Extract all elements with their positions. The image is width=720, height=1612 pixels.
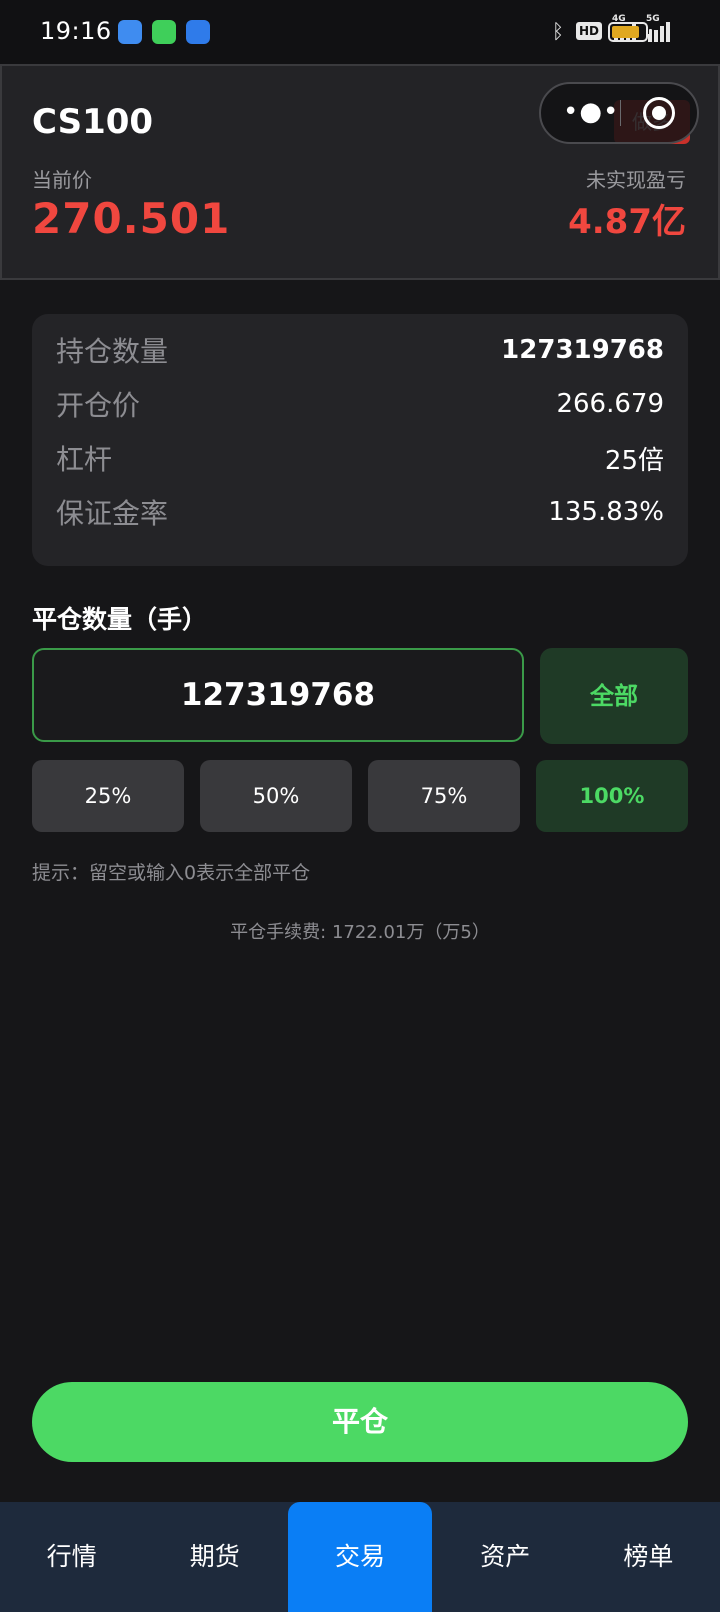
nav-assets[interactable]: 资产 — [434, 1502, 577, 1612]
store-app-icon — [152, 20, 176, 44]
info-row-margin-rate: 保证金率 135.83% — [56, 497, 664, 530]
current-price-label: 当前价 — [32, 168, 92, 192]
symbol-title: CS100 — [32, 102, 154, 142]
bluetooth-icon: ᛒ — [551, 19, 564, 43]
nav-trade[interactable]: 交易 — [288, 1502, 432, 1612]
unrealized-pnl: 4.87亿 — [568, 202, 686, 242]
percent-50-button[interactable]: 50% — [200, 760, 352, 832]
unrealized-pnl-label: 未实现盈亏 — [586, 168, 686, 192]
hd-icon: HD — [575, 22, 602, 40]
percent-25-button[interactable]: 25% — [32, 760, 184, 832]
current-price: 270.501 — [32, 194, 231, 243]
close-quantity-input[interactable]: 127319768 — [32, 648, 524, 742]
messenger-app-icon — [186, 20, 210, 44]
position-info-card: 持仓数量 127319768 开仓价 266.679 杠杆 25倍 保证金率 1… — [32, 314, 688, 566]
close-hint: 提示：留空或输入0表示全部平仓 — [32, 862, 311, 884]
all-quantity-button[interactable]: 全部 — [540, 648, 688, 744]
info-row-leverage: 杠杆 25倍 — [56, 443, 664, 476]
close-fee: 平仓手续费: 1722.01万（万5） — [230, 922, 490, 943]
bottom-nav: 行情 期货 交易 资产 榜单 — [0, 1502, 720, 1612]
symbol-header: CS100 当前价 270.501 未实现盈亏 4.87亿 做多 •●• — [0, 64, 720, 280]
more-dots-icon[interactable]: •●• — [563, 84, 618, 142]
close-quantity-label: 平仓数量（手） — [32, 605, 208, 634]
nav-leaderboard[interactable]: 榜单 — [577, 1502, 720, 1612]
percent-100-button[interactable]: 100% — [536, 760, 688, 832]
status-bar: 19:16 ᛒ HD 4G 5G — [0, 0, 720, 64]
nav-futures[interactable]: 期货 — [143, 1502, 286, 1612]
weather-app-icon — [118, 20, 142, 44]
info-row-open-price: 开仓价 266.679 — [56, 389, 664, 422]
miniprogram-capsule[interactable]: •●• — [539, 82, 699, 144]
battery-icon — [608, 22, 652, 42]
nav-market[interactable]: 行情 — [0, 1502, 143, 1612]
percent-75-button[interactable]: 75% — [368, 760, 520, 832]
record-icon[interactable] — [643, 97, 675, 129]
close-position-button[interactable]: 平仓 — [32, 1382, 688, 1462]
capsule-divider — [620, 100, 621, 126]
info-row-quantity: 持仓数量 127319768 — [56, 335, 664, 368]
status-time: 19:16 — [40, 17, 112, 45]
